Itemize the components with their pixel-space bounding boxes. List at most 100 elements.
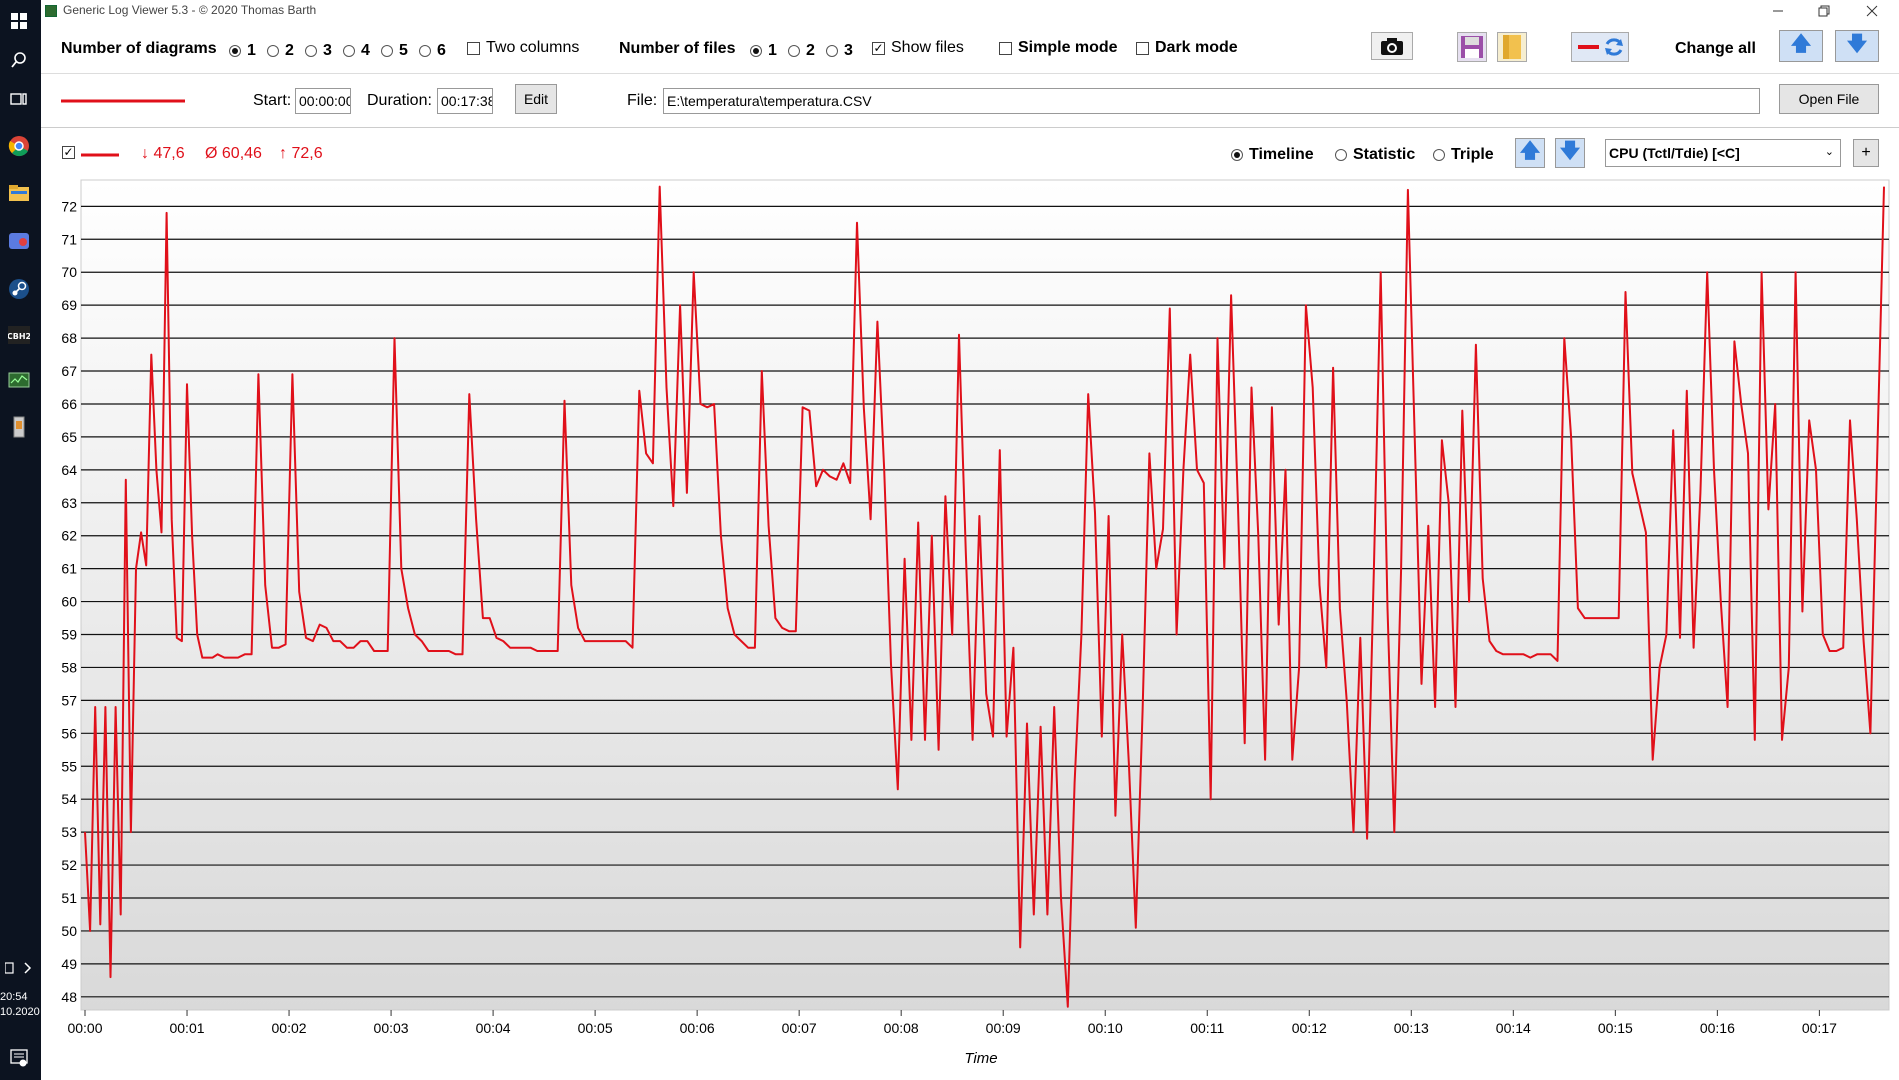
line-swap-button[interactable] xyxy=(1571,32,1629,62)
x-tick-label: 00:01 xyxy=(169,1020,204,1036)
plot-area xyxy=(80,179,1890,1011)
show-files-checkbox[interactable]: ✓ Show files xyxy=(872,39,964,57)
x-tick-label: 00:07 xyxy=(782,1020,817,1036)
arrow-down-icon: 🡇 xyxy=(1559,140,1581,162)
taskbar: CBH2 20:54 10.2020 xyxy=(0,0,41,1080)
line-swap-icon xyxy=(1578,38,1623,56)
duration-input[interactable]: 00:17:38 xyxy=(437,88,493,114)
file-option-2[interactable]: 2 xyxy=(788,42,815,60)
start-input[interactable]: 00:00:00 xyxy=(295,88,351,114)
usb-icon[interactable] xyxy=(6,414,32,440)
minimize-button[interactable] xyxy=(1755,0,1801,22)
taskbar-clock[interactable]: 20:54 10.2020 xyxy=(0,990,41,1020)
close-button[interactable] xyxy=(1849,0,1895,22)
screenshot-button[interactable] xyxy=(1371,32,1413,60)
mode-triple[interactable]: Triple xyxy=(1433,146,1494,164)
app-logo-icon xyxy=(45,5,57,17)
file-label: File: xyxy=(627,92,658,109)
checkbox-icon xyxy=(467,41,480,55)
y-tick-label: 68 xyxy=(61,330,77,346)
chart-svg[interactable]: 48 49 50 51 52 53 54 55 56 57 58 59 60 61 62 63 64 65 66 67… xyxy=(41,178,1899,1080)
show-desktop-icon[interactable] xyxy=(2,955,38,981)
y-tick-label: 50 xyxy=(61,923,77,939)
save-button[interactable] xyxy=(1457,32,1487,62)
chevron-down-icon: ⌄ xyxy=(1824,146,1834,158)
x-tick-label: 00:12 xyxy=(1292,1020,1327,1036)
edit-button[interactable]: Edit xyxy=(515,84,557,114)
app-icon[interactable] xyxy=(6,228,32,254)
y-tick-label: 61 xyxy=(61,561,77,577)
windows-icon[interactable] xyxy=(6,8,32,34)
y-tick-label: 69 xyxy=(61,297,77,313)
file-explorer-icon[interactable] xyxy=(6,180,32,206)
open-file-button[interactable]: Open File xyxy=(1779,84,1879,114)
file-option-3[interactable]: 3 xyxy=(826,42,853,60)
taskbar-date: 10.2020 xyxy=(0,1006,40,1018)
diagram-option-6[interactable]: 6 xyxy=(419,42,446,60)
add-diagram-button[interactable]: + xyxy=(1853,139,1879,167)
file-path-input[interactable]: E:\temperatura\temperatura.CSV xyxy=(663,88,1760,114)
camera-icon xyxy=(1381,38,1403,55)
mode-statistic[interactable]: Statistic xyxy=(1335,146,1415,164)
open-folder-button[interactable] xyxy=(1497,32,1527,62)
y-tick-label: 65 xyxy=(61,429,77,445)
svg-text:CBH2: CBH2 xyxy=(8,332,30,341)
x-tick-label: 00:03 xyxy=(374,1020,409,1036)
diagram-option-2[interactable]: 2 xyxy=(267,42,294,60)
change-all-label: Change all xyxy=(1675,40,1756,57)
diagram-option-3[interactable]: 3 xyxy=(305,42,332,60)
radio-dot-icon xyxy=(1335,149,1347,161)
move-all-down-button[interactable]: 🡇 xyxy=(1835,30,1879,62)
timeline-chart[interactable]: 48 49 50 51 52 53 54 55 56 57 58 59 60 61 62 63 64 65 66 67… xyxy=(41,178,1899,1080)
simple-mode-checkbox[interactable]: Simple mode xyxy=(999,39,1118,57)
two-columns-checkbox[interactable]: Two columns xyxy=(467,39,579,57)
y-tick-label: 55 xyxy=(61,758,77,774)
restore-button[interactable] xyxy=(1801,0,1847,22)
diagram-up-button[interactable]: 🡅 xyxy=(1515,138,1545,168)
avg-value: Ø 60,46 xyxy=(205,145,262,162)
start-label: Start: xyxy=(253,92,292,109)
steam-icon[interactable] xyxy=(6,276,32,302)
cbh2-icon[interactable]: CBH2 xyxy=(6,322,32,348)
diagram-option-5[interactable]: 5 xyxy=(381,42,408,60)
y-tick-label: 52 xyxy=(61,857,77,873)
series-visible-checkbox[interactable]: ✓ xyxy=(62,146,81,159)
diagram-option-4[interactable]: 4 xyxy=(343,42,370,60)
x-axis-label: Time xyxy=(964,1050,997,1067)
dark-mode-checkbox[interactable]: Dark mode xyxy=(1136,39,1238,57)
task-view-icon[interactable] xyxy=(6,86,32,112)
y-tick-label: 62 xyxy=(61,528,77,544)
line-style-preview[interactable] xyxy=(61,98,185,104)
radio-dot-icon xyxy=(1433,149,1445,161)
monitor-icon[interactable] xyxy=(6,368,32,394)
duration-label: Duration: xyxy=(367,92,432,109)
y-tick-label: 67 xyxy=(61,363,77,379)
radio-dot-icon xyxy=(229,45,241,57)
y-tick-label: 71 xyxy=(61,231,77,247)
file-option-1[interactable]: 1 xyxy=(750,42,777,60)
min-value: ↓ 47,6 xyxy=(141,145,185,162)
radio-dot-icon xyxy=(788,45,800,57)
save-icon xyxy=(1461,36,1483,58)
y-tick-label: 66 xyxy=(61,396,77,412)
main-toolbar: Number of diagrams 1 2 3 4 5 6 Two colum… xyxy=(41,22,1899,74)
y-tick-label: 64 xyxy=(61,462,77,478)
move-all-up-button[interactable]: 🡅 xyxy=(1779,30,1823,62)
channel-select[interactable]: CPU (Tctl/Tdie) [<C] ⌄ xyxy=(1605,139,1841,167)
folder-icon xyxy=(1503,35,1521,59)
diagram-down-button[interactable]: 🡇 xyxy=(1555,138,1585,168)
x-tick-label: 00:17 xyxy=(1802,1020,1837,1036)
chrome-icon[interactable] xyxy=(6,133,32,159)
title-bar: Generic Log Viewer 5.3 - © 2020 Thomas B… xyxy=(41,0,1899,22)
mode-timeline[interactable]: Timeline xyxy=(1231,146,1314,164)
radio-dot-icon xyxy=(1231,149,1243,161)
series-color-swatch[interactable] xyxy=(81,153,119,157)
y-tick-label: 54 xyxy=(61,791,77,807)
notification-icon[interactable] xyxy=(6,1045,32,1071)
x-tick-label: 00:14 xyxy=(1496,1020,1531,1036)
search-icon[interactable] xyxy=(6,47,32,73)
y-tick-label: 58 xyxy=(61,659,77,675)
max-value: ↑ 72,6 xyxy=(279,145,323,162)
diagram-option-1[interactable]: 1 xyxy=(229,42,256,60)
radio-dot-icon xyxy=(826,45,838,57)
